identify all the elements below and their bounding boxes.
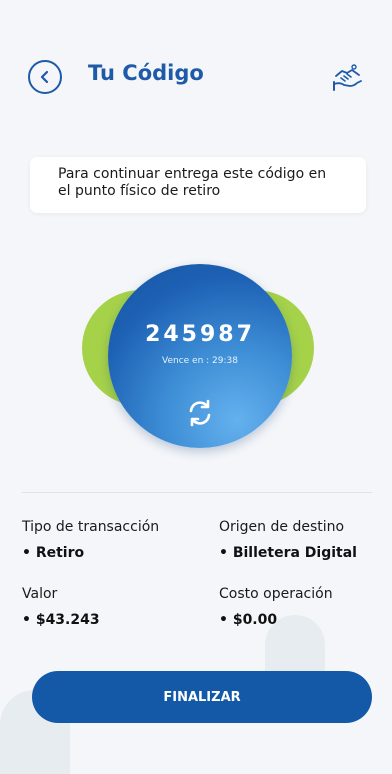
code-circle: 245987 Vence en : 29:38 [108,264,292,448]
chevron-left-icon [40,70,49,84]
fee-value: • $0.00 [219,612,278,628]
finish-button[interactable]: FINALIZAR [32,671,372,723]
page-title: Tu Código [88,61,204,85]
back-button[interactable] [28,60,62,94]
instruction-text: Para continuar entrega este código en el… [58,166,327,199]
fee-label: Costo operación [219,586,333,602]
fee: Costo operación • $0.00 [219,586,333,628]
destination: Origen de destino • Billetera Digital [219,519,357,561]
refresh-code-button[interactable] [184,397,216,429]
refresh-icon [189,399,211,427]
header: Tu Código [0,0,392,150]
transaction-type-label: Tipo de transacción [22,519,160,535]
amount-label: Valor [22,586,58,602]
instruction-card: Para continuar entrega este código en el… [30,157,366,213]
transaction-type-value: • Retiro [22,545,85,561]
handshake-icon[interactable] [330,62,364,94]
withdrawal-code: 245987 [145,322,255,347]
amount-value: • $43.243 [22,612,100,628]
expiry-timer: Vence en : 29:38 [162,356,238,366]
divider [22,492,372,493]
destination-label: Origen de destino [219,519,345,535]
amount: Valor • $43.243 [22,586,100,628]
code-display: 245987 Vence en : 29:38 [0,240,392,470]
destination-value: • Billetera Digital [219,545,357,561]
transaction-type: Tipo de transacción • Retiro [22,519,159,561]
